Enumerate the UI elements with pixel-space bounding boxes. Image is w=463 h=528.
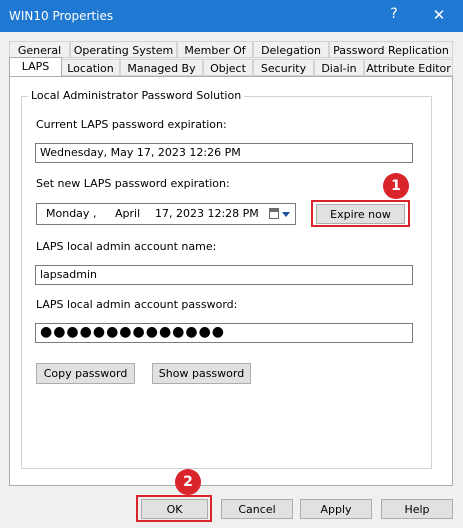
apply-button[interactable]: Apply	[300, 499, 372, 519]
groupbox-title: Local Administrator Password Solution	[28, 89, 245, 102]
date-time-segment[interactable]: 17, 2023 12:28 PM	[155, 207, 259, 220]
tab-operating-system[interactable]: Operating System	[70, 41, 177, 58]
tab-dial-in[interactable]: Dial-in	[314, 59, 364, 76]
show-password-button[interactable]: Show password	[152, 363, 251, 384]
tab-general[interactable]: General	[9, 41, 70, 58]
window-title: WIN10 Properties	[9, 9, 114, 23]
tab-security[interactable]: Security	[253, 59, 314, 76]
close-icon[interactable]: ✕	[428, 6, 450, 26]
account-name-field[interactable]: lapsadmin	[35, 265, 413, 285]
tab-managed-by[interactable]: Managed By	[120, 59, 203, 76]
tab-password-replication[interactable]: Password Replication	[329, 41, 453, 58]
new-expiration-picker[interactable]: Monday , April 17, 2023 12:28 PM	[36, 203, 296, 225]
step-badge-1: 1	[383, 173, 409, 199]
step-badge-2: 2	[175, 469, 201, 495]
month-segment[interactable]: April	[115, 207, 140, 220]
chevron-down-icon[interactable]	[282, 212, 290, 217]
tab-object[interactable]: Object	[203, 59, 253, 76]
cancel-button[interactable]: Cancel	[221, 499, 293, 519]
current-expiration-field[interactable]: Wednesday, May 17, 2023 12:26 PM	[35, 143, 413, 163]
expire-now-highlight	[311, 200, 410, 227]
help-icon[interactable]: ?	[383, 6, 405, 26]
tab-location[interactable]: Location	[61, 59, 120, 76]
comma-separator: ,	[93, 207, 97, 220]
copy-password-button[interactable]: Copy password	[36, 363, 135, 384]
title-bar: WIN10 Properties ? ✕	[0, 0, 463, 32]
tab-laps[interactable]: LAPS	[9, 57, 62, 76]
account-password-label: LAPS local admin account password:	[36, 298, 238, 311]
new-expiration-label: Set new LAPS password expiration:	[36, 177, 230, 190]
current-expiration-label: Current LAPS password expiration:	[36, 118, 227, 131]
ok-highlight	[136, 495, 212, 522]
tab-delegation[interactable]: Delegation	[253, 41, 329, 58]
help-button[interactable]: Help	[381, 499, 453, 519]
tab-attribute-editor[interactable]: Attribute Editor	[364, 59, 453, 76]
tab-member-of[interactable]: Member Of	[177, 41, 253, 58]
account-password-field[interactable]: ●●●●●●●●●●●●●●	[35, 323, 413, 343]
account-name-label: LAPS local admin account name:	[36, 240, 217, 253]
calendar-icon[interactable]	[269, 208, 279, 219]
weekday-segment[interactable]: Monday	[46, 207, 89, 220]
